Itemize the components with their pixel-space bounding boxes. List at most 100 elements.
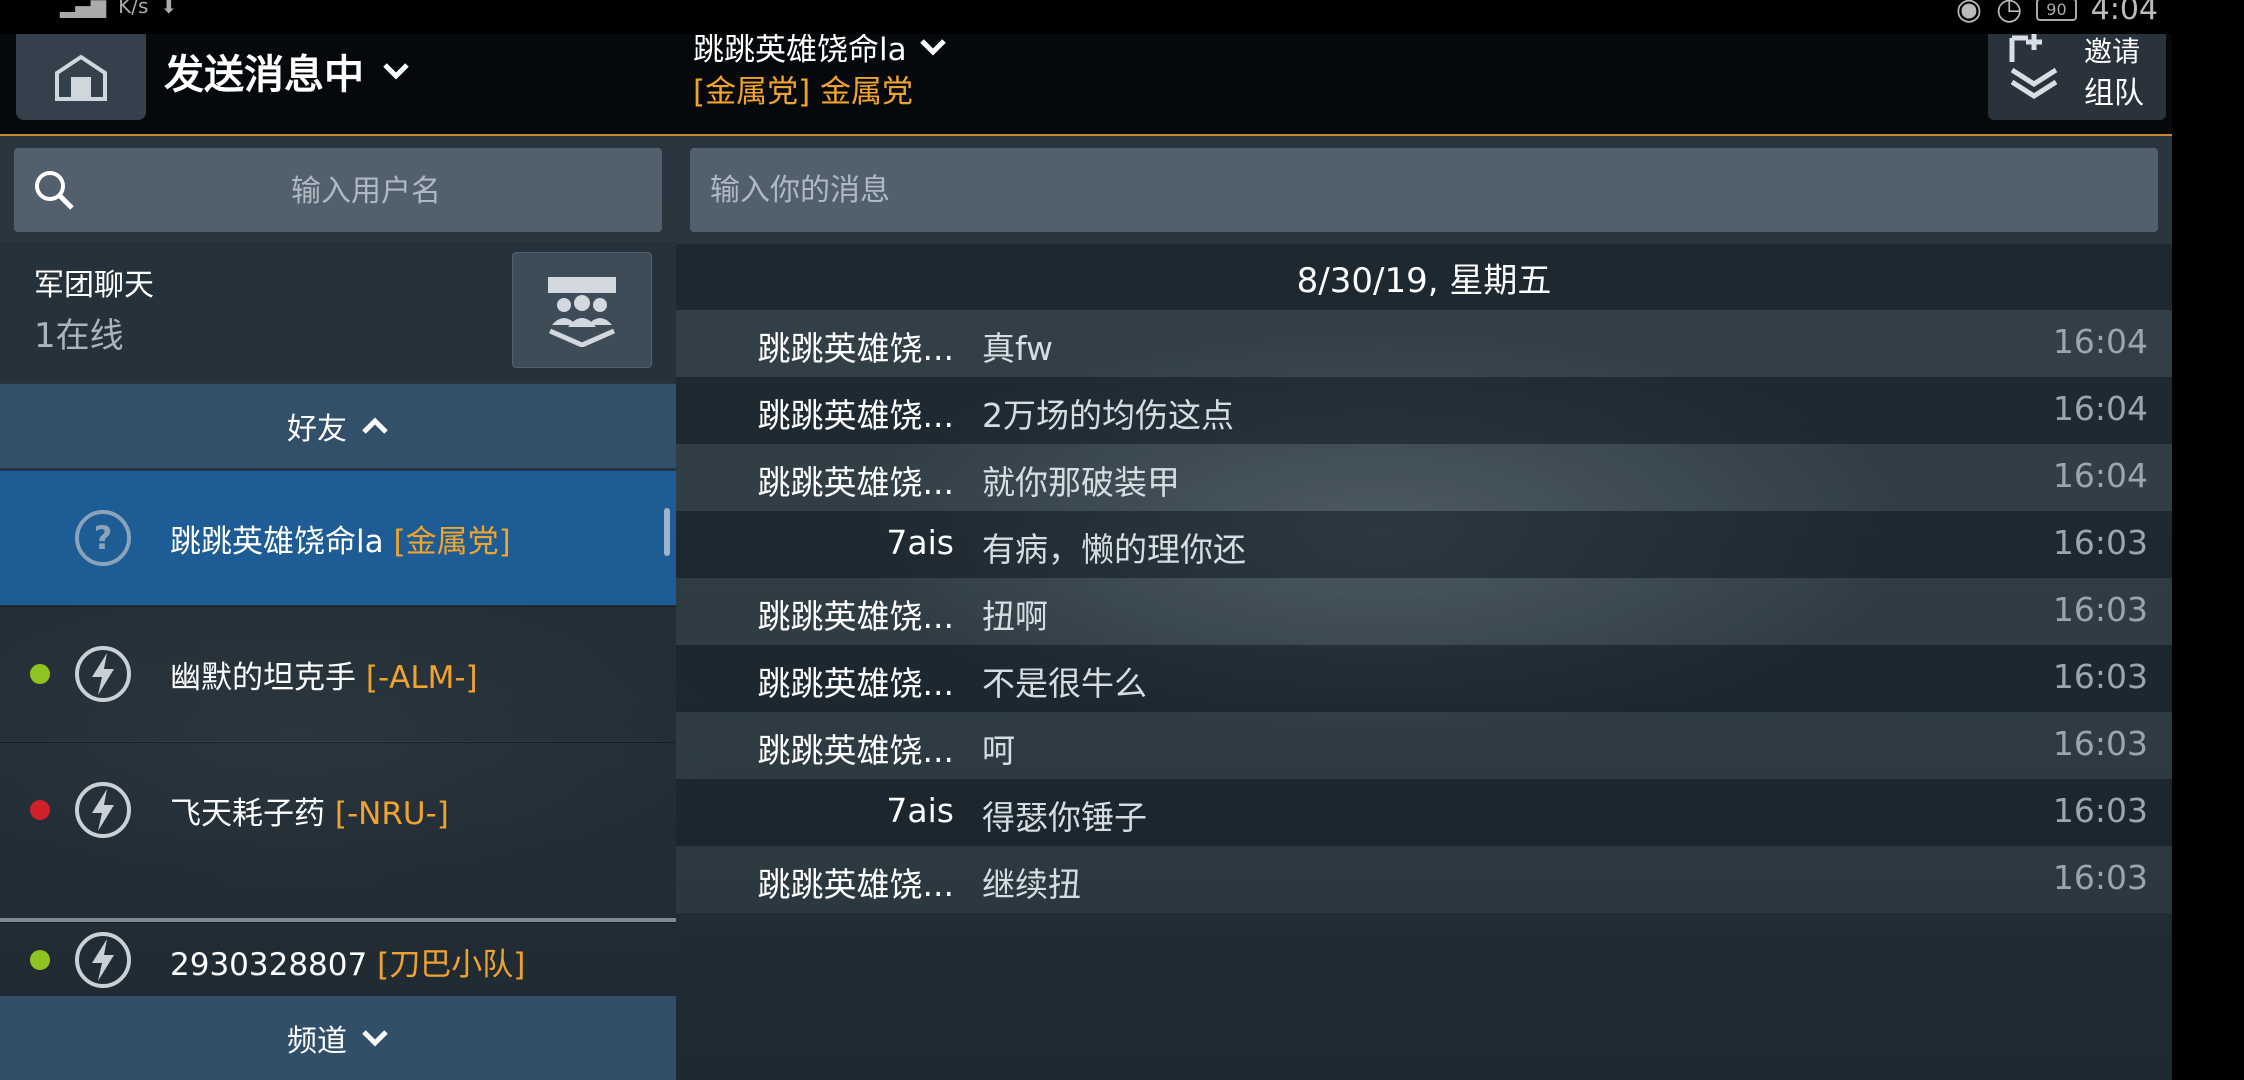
top-bar: 发送消息中 跳跳英雄饶命la [金属党] 金属党 邀请 组队 <box>0 34 2172 136</box>
message-time: 16:03 <box>2052 791 2148 830</box>
user-search-box <box>14 148 662 234</box>
friend-row-1[interactable]: ? 跳跳英雄饶命la [金属党] <box>0 470 676 605</box>
home-icon <box>55 54 107 101</box>
friend-name-text: 飞天耗子药 <box>170 796 325 832</box>
message-sender[interactable]: 跳跳英雄饶... <box>676 724 954 772</box>
battery-indicator: 90 <box>2036 0 2077 21</box>
message-text: 有病，懒的理你还 <box>982 530 1246 569</box>
message-sender[interactable]: 跳跳英雄饶... <box>676 456 954 504</box>
message-text: 就你那破装甲 <box>982 463 1180 502</box>
signal-icon: ▂▄▆ <box>60 0 107 18</box>
status-bar: ▂▄▆ K/s ⬇ ◉ ◷ 90 4:04 <box>0 0 2244 34</box>
message-time: 16:03 <box>2052 858 2148 897</box>
friend-clan-tag: [-ALM-] <box>365 660 478 696</box>
eye-icon: ◉ <box>1955 0 1983 27</box>
friends-scrollbar[interactable] <box>664 508 670 556</box>
clan-group-icon <box>548 277 616 347</box>
friend-clan-tag: [刀巴小队] <box>377 947 526 983</box>
message-time: 16:04 <box>2052 389 2148 428</box>
alarm-icon: ◷ <box>1996 0 2023 27</box>
message-sender[interactable]: 跳跳英雄饶... <box>676 590 954 638</box>
message-row: 跳跳英雄饶... 扭啊 16:03 <box>676 578 2172 645</box>
messaging-status-label: 发送消息中 <box>164 52 364 98</box>
clan-members-button[interactable] <box>512 252 652 368</box>
friends-section-toggle[interactable]: 好友 <box>0 384 676 468</box>
message-text: 真fw <box>982 329 1054 368</box>
status-bar-left: ▂▄▆ K/s ⬇ <box>60 0 177 18</box>
channels-header-label: 频道 <box>287 1024 347 1059</box>
friend-row-4[interactable]: 2930328807 [刀巴小队] <box>0 922 676 997</box>
friend-clan-tag: [-NRU-] <box>334 796 449 832</box>
message-row: 跳跳英雄饶... 不是很牛么 16:03 <box>676 645 2172 712</box>
network-speed: K/s <box>118 0 149 18</box>
message-row: 跳跳英雄饶... 真fw 16:04 <box>676 310 2172 377</box>
chat-app: 发送消息中 跳跳英雄饶命la [金属党] 金属党 邀请 组队 输入用户名 军团聊… <box>0 34 2172 1080</box>
chevron-down-icon <box>383 63 409 80</box>
message-row: 7ais 得瑟你锤子 16:03 <box>676 779 2172 846</box>
messaging-status-dropdown[interactable]: 发送消息中 <box>164 42 410 100</box>
invite-platoon-icon <box>2009 34 2058 99</box>
message-sender[interactable]: 跳跳英雄饶... <box>676 389 954 437</box>
busy-status-dot <box>30 800 50 820</box>
friend-name-text: 2930328807 <box>170 947 368 983</box>
lightning-icon <box>75 646 131 702</box>
message-row: 7ais 有病，懒的理你还 16:03 <box>676 511 2172 578</box>
platoon-label: 组队 <box>2084 76 2144 111</box>
invite-to-platoon-button[interactable]: 邀请 组队 <box>1988 34 2166 120</box>
clock: 4:04 <box>2090 0 2158 27</box>
chat-recipient-name: 跳跳英雄饶命la <box>693 34 907 68</box>
chat-recipient-dropdown[interactable]: 跳跳英雄饶命la <box>693 34 947 69</box>
friend-name: 幽默的坦克手 [-ALM-] <box>170 652 478 697</box>
lightning-icon <box>75 782 131 838</box>
message-time: 16:03 <box>2052 523 2148 562</box>
message-time: 16:03 <box>2052 590 2148 629</box>
lightning-icon <box>75 932 131 988</box>
message-time: 16:03 <box>2052 724 2148 763</box>
clan-online-count: 1在线 <box>34 316 124 356</box>
status-bar-right: ◉ ◷ 90 4:04 <box>1956 0 2158 27</box>
user-search-input[interactable] <box>94 148 638 234</box>
friend-clan-tag: [金属党] <box>393 524 511 560</box>
download-icon: ⬇ <box>160 0 178 18</box>
chat-recipient-clan: [金属党] 金属党 <box>693 74 914 110</box>
message-time: 16:03 <box>2052 657 2148 696</box>
message-time: 16:04 <box>2052 322 2148 361</box>
chevron-up-icon <box>362 417 388 434</box>
friend-name-text: 幽默的坦克手 <box>170 660 356 696</box>
friends-header-label: 好友 <box>287 412 347 447</box>
friend-name-text: 跳跳英雄饶命la <box>170 524 384 560</box>
svg-text:?: ? <box>94 519 113 557</box>
message-row: 跳跳英雄饶... 继续扭 16:03 <box>676 846 2172 913</box>
channels-section-toggle[interactable]: 频道 <box>0 996 676 1080</box>
message-text: 继续扭 <box>982 865 1081 904</box>
message-sender[interactable]: 7ais <box>676 791 954 830</box>
online-status-dot <box>30 664 50 684</box>
home-button[interactable] <box>16 34 146 120</box>
message-text: 得瑟你锤子 <box>982 798 1147 837</box>
message-row: 跳跳英雄饶... 呵 16:03 <box>676 712 2172 779</box>
friend-row-3[interactable]: 飞天耗子药 [-NRU-] <box>0 742 676 877</box>
message-row: 跳跳英雄饶... 2万场的均伤这点 16:04 <box>676 377 2172 444</box>
clan-chat-title: 军团聊天 <box>34 268 154 303</box>
invite-label: 邀请 <box>2084 35 2141 68</box>
screen-edge <box>2172 0 2244 1080</box>
friend-name: 2930328807 [刀巴小队] <box>170 939 525 984</box>
online-status-dot <box>30 950 50 970</box>
message-text: 呵 <box>982 731 1015 770</box>
friend-name: 飞天耗子药 [-NRU-] <box>170 788 449 833</box>
date-separator: 8/30/19, 星期五 <box>676 244 2172 310</box>
unknown-status-icon: ? <box>75 510 131 566</box>
friend-row-2[interactable]: 幽默的坦克手 [-ALM-] <box>0 606 676 741</box>
message-sender[interactable]: 跳跳英雄饶... <box>676 858 954 906</box>
chevron-down-icon <box>362 1030 388 1047</box>
clan-chat-section[interactable]: 军团聊天 1在线 <box>0 242 676 382</box>
message-sender[interactable]: 跳跳英雄饶... <box>676 657 954 705</box>
message-sender[interactable]: 7ais <box>676 523 954 562</box>
message-input[interactable] <box>690 148 2158 232</box>
message-time: 16:04 <box>2052 456 2148 495</box>
message-text: 扭啊 <box>982 597 1048 636</box>
chevron-down-icon <box>919 38 946 56</box>
message-sender[interactable]: 跳跳英雄饶... <box>676 322 954 370</box>
search-icon <box>35 171 74 210</box>
message-text: 不是很牛么 <box>982 664 1147 703</box>
